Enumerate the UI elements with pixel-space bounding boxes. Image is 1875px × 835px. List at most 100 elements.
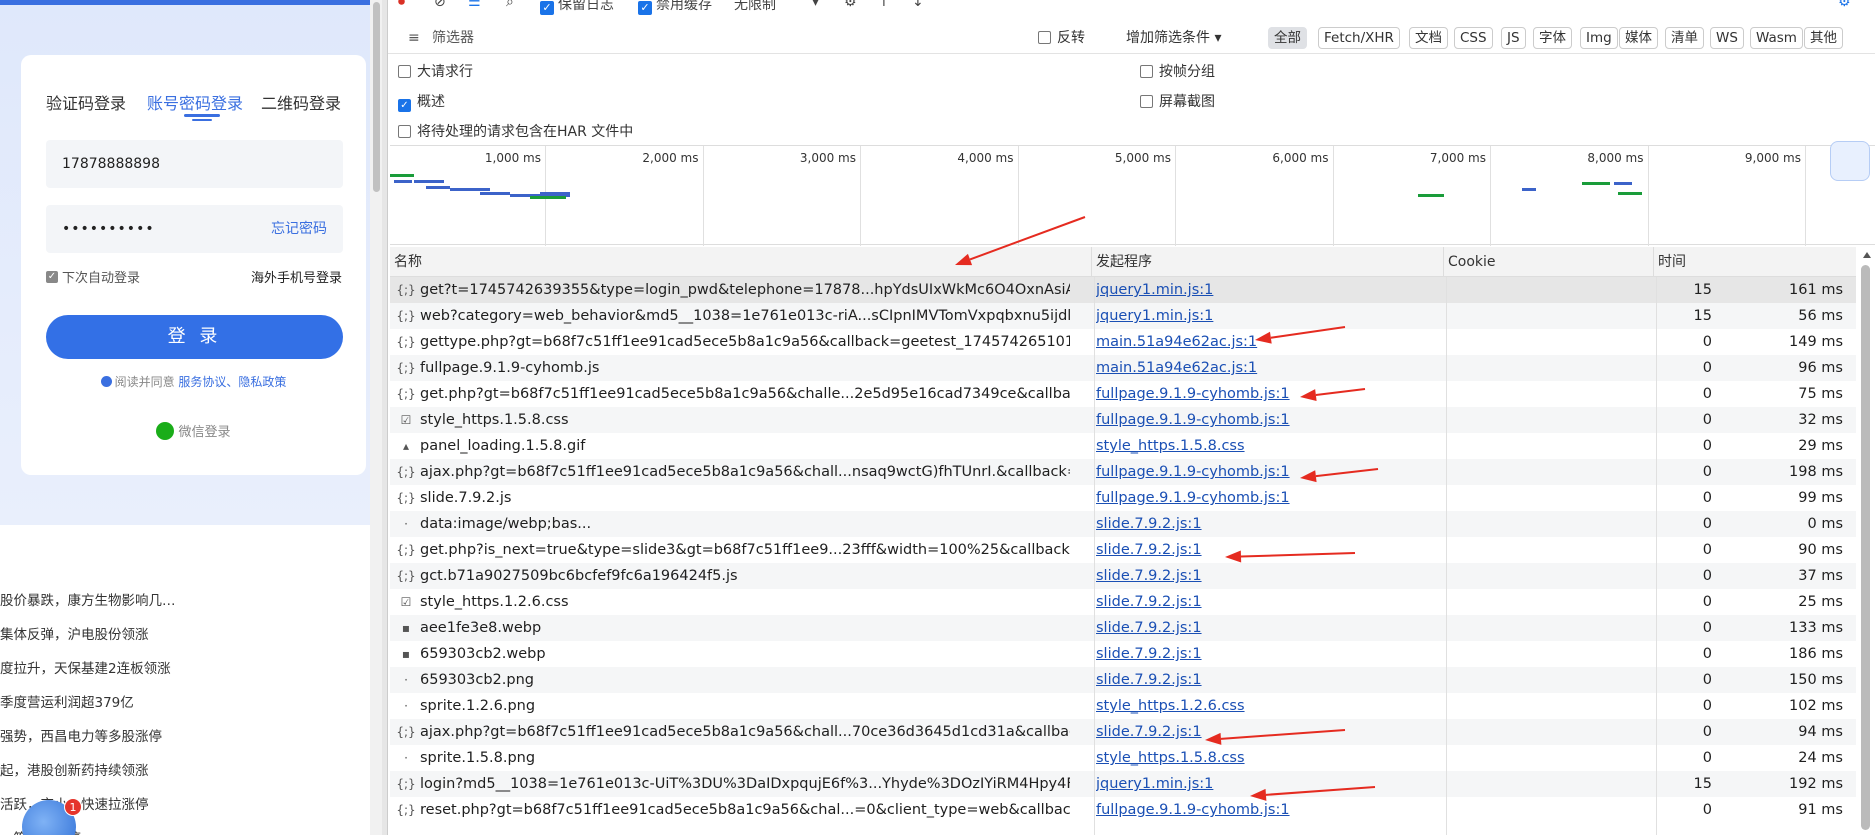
news-item[interactable]: 季度营运利润超379亿 [0, 691, 134, 711]
overview-timeline[interactable]: 1,000 ms 2,000 ms 3,000 ms 4,000 ms 5,000 ms… [390, 145, 1875, 246]
table-row[interactable]: {;} gettype.php?gt=b68f7c51ff1ee91cad5ece… [390, 329, 1856, 355]
request-name[interactable]: gct.b71a9027509bc6bcfef9fc6a196424f5.js [420, 563, 1070, 589]
tab-password-login[interactable]: 账号密码登录 [147, 90, 243, 114]
initiator-link[interactable]: fullpage.9.1.9-cyhomb.js:1 [1096, 797, 1436, 823]
initiator-link[interactable]: slide.7.9.2.js:1 [1096, 563, 1436, 589]
chevron-down-icon[interactable]: ▾ [812, 0, 819, 10]
column-header-time[interactable]: 时间 [1654, 247, 1856, 277]
type-filter-js[interactable]: JS [1501, 27, 1526, 49]
agree-check-icon[interactable] [100, 376, 112, 387]
login-button[interactable]: 登 录 [46, 315, 343, 359]
page-scrollbar-thumb[interactable] [373, 2, 380, 192]
tab-sms-login[interactable]: 验证码登录 [46, 90, 126, 114]
type-filter-fetch-xhr[interactable]: Fetch/XHR [1318, 27, 1400, 49]
news-item[interactable]: 集体反弹，沪电股份领涨 [0, 623, 149, 643]
wechat-login[interactable]: 微信登录 [21, 421, 366, 440]
news-item[interactable]: 起，港股创新药持续领涨 [0, 759, 149, 779]
export-har-icon[interactable]: ↓ [912, 0, 924, 10]
request-name[interactable]: get.php?gt=b68f7c51ff1ee91cad5ece5b8a1c9… [420, 381, 1070, 407]
settings-gear-icon[interactable]: ⚙ [1838, 0, 1851, 10]
preserve-log-checkbox[interactable]: ✓ [540, 1, 554, 15]
table-row[interactable]: · 659303cb2.png slide.7.9.2.js:1 0 150 ms [390, 667, 1856, 693]
request-name[interactable]: slide.7.9.2.js [420, 485, 1070, 511]
table-row[interactable]: {;} slide.7.9.2.js fullpage.9.1.9-cyhomb.j… [390, 485, 1856, 511]
column-header-initiator[interactable]: 发起程序 [1092, 247, 1444, 277]
table-row[interactable]: {;} web?category=web_behavior&md5__1038=1… [390, 303, 1856, 329]
initiator-link[interactable]: style_https.1.5.8.css [1096, 745, 1436, 771]
overview-checkbox[interactable]: ✓ [398, 99, 411, 112]
request-name[interactable]: reset.php?gt=b68f7c51ff1ee91cad5ece5b8a1… [420, 797, 1070, 823]
type-filter-img[interactable]: Img [1580, 27, 1618, 49]
request-name[interactable]: login?md5__1038=1e761e013c-UiT%3DU%3DaID… [420, 771, 1070, 797]
initiator-link[interactable]: style_https.1.2.6.css [1096, 693, 1436, 719]
type-filter-font[interactable]: 字体 [1533, 27, 1572, 49]
har-pending-option[interactable]: 将待处理的请求包含在HAR 文件中 [398, 121, 633, 141]
initiator-link[interactable]: fullpage.9.1.9-cyhomb.js:1 [1096, 459, 1436, 485]
overview-option[interactable]: ✓ 概述 [398, 91, 445, 112]
request-name[interactable]: style_https.1.5.8.css [420, 407, 1070, 433]
initiator-link[interactable]: fullpage.9.1.9-cyhomb.js:1 [1096, 485, 1436, 511]
table-scrollbar-thumb[interactable] [1861, 265, 1870, 830]
forgot-password-link[interactable]: 忘记密码 [271, 205, 327, 253]
disable-cache-toggle[interactable]: ✓ 禁用缓存 [638, 0, 712, 15]
initiator-link[interactable]: main.51a94e62ac.js:1 [1096, 329, 1436, 355]
type-filter-media[interactable]: 媒体 [1619, 27, 1658, 49]
table-row[interactable]: ☑ style_https.1.2.6.css slide.7.9.2.js:1 0 2… [390, 589, 1856, 615]
request-name[interactable]: 659303cb2.png [420, 667, 1070, 693]
initiator-link[interactable]: slide.7.9.2.js:1 [1096, 511, 1436, 537]
network-conditions-icon[interactable]: ⚙ [844, 0, 857, 10]
remember-me[interactable]: ✓ 下次自动登录 [46, 267, 140, 286]
request-name[interactable]: style_https.1.2.6.css [420, 589, 1070, 615]
table-row[interactable]: {;} ajax.php?gt=b68f7c51ff1ee91cad5ece5b8… [390, 459, 1856, 485]
initiator-link[interactable]: slide.7.9.2.js:1 [1096, 641, 1436, 667]
request-name[interactable]: ajax.php?gt=b68f7c51ff1ee91cad5ece5b8a1c… [420, 459, 1070, 485]
group-by-frame-checkbox[interactable] [1140, 65, 1153, 78]
big-request-rows-option[interactable]: 大请求行 [398, 61, 473, 81]
disable-cache-checkbox[interactable]: ✓ [638, 1, 652, 15]
overseas-phone-link[interactable]: 海外手机号登录 [251, 267, 342, 286]
clear-icon[interactable]: ⊘ [434, 0, 446, 10]
record-stop-icon[interactable]: ⏺ [398, 0, 405, 10]
har-checkbox[interactable] [398, 125, 411, 138]
news-item[interactable]: 股价暴跌，康方生物影响几… [0, 589, 176, 609]
request-name[interactable]: fullpage.9.1.9-cyhomb.js [420, 355, 1070, 381]
throttling-select[interactable]: 无限制 [734, 0, 776, 14]
table-row[interactable]: · sprite.1.5.8.png style_https.1.5.8.css 0 2… [390, 745, 1856, 771]
table-row[interactable]: {;} get.php?is_next=true&type=slide3&gt=b… [390, 537, 1856, 563]
type-filter-ws[interactable]: WS [1710, 27, 1744, 49]
agreement-links[interactable]: 服务协议、隐私政策 [178, 375, 286, 389]
table-row[interactable]: · data:image/webp;bas... slide.7.9.2.js:1 0… [390, 511, 1856, 537]
initiator-link[interactable]: fullpage.9.1.9-cyhomb.js:1 [1096, 381, 1436, 407]
phone-input[interactable]: 17878888898 [46, 140, 343, 188]
table-row[interactable]: ▴ panel_loading.1.5.8.gif style_https.1.5.… [390, 433, 1856, 459]
request-name[interactable]: sprite.1.2.6.png [420, 693, 1070, 719]
initiator-link[interactable]: style_https.1.5.8.css [1096, 433, 1436, 459]
table-row[interactable]: {;} login?md5__1038=1e761e013c-UiT%3DU%3D… [390, 771, 1856, 797]
type-filter-manifest[interactable]: 清单 [1665, 27, 1704, 49]
initiator-link[interactable]: jquery1.min.js:1 [1096, 277, 1436, 303]
request-name[interactable]: web?category=web_behavior&md5__1038=1e76… [420, 303, 1070, 329]
more-filters-dropdown[interactable]: 增加筛选条件 ▾ [1126, 26, 1221, 50]
request-name[interactable]: data:image/webp;bas... [420, 511, 1070, 537]
invert-toggle[interactable]: 反转 [1038, 26, 1085, 50]
initiator-link[interactable]: slide.7.9.2.js:1 [1096, 667, 1436, 693]
filter-input[interactable]: 筛选器 [408, 26, 1008, 50]
request-name[interactable]: get?t=1745742639355&type=login_pwd&telep… [420, 277, 1070, 303]
initiator-link[interactable]: slide.7.9.2.js:1 [1096, 537, 1436, 563]
initiator-link[interactable]: fullpage.9.1.9-cyhomb.js:1 [1096, 407, 1436, 433]
request-name[interactable]: ajax.php?gt=b68f7c51ff1ee91cad5ece5b8a1c… [420, 719, 1070, 745]
column-header-name[interactable]: 名称 [390, 247, 1092, 277]
remember-checkbox-icon[interactable]: ✓ [46, 270, 58, 283]
invert-checkbox[interactable] [1038, 31, 1051, 44]
type-filter-doc[interactable]: 文档 [1409, 27, 1448, 49]
tab-qrcode-login[interactable]: 二维码登录 [261, 90, 341, 114]
preserve-log-toggle[interactable]: ✓ 保留日志 [540, 0, 614, 15]
import-har-icon[interactable]: ↑ [878, 0, 890, 10]
type-filter-other[interactable]: 其他 [1804, 27, 1843, 49]
scroll-up-icon[interactable] [1863, 252, 1871, 258]
table-row[interactable]: {;} get.php?gt=b68f7c51ff1ee91cad5ece5b8a… [390, 381, 1856, 407]
request-name[interactable]: get.php?is_next=true&type=slide3&gt=b68f… [420, 537, 1070, 563]
type-filter-all[interactable]: 全部 [1268, 27, 1307, 49]
request-name[interactable]: sprite.1.5.8.png [420, 745, 1070, 771]
initiator-link[interactable]: jquery1.min.js:1 [1096, 771, 1436, 797]
